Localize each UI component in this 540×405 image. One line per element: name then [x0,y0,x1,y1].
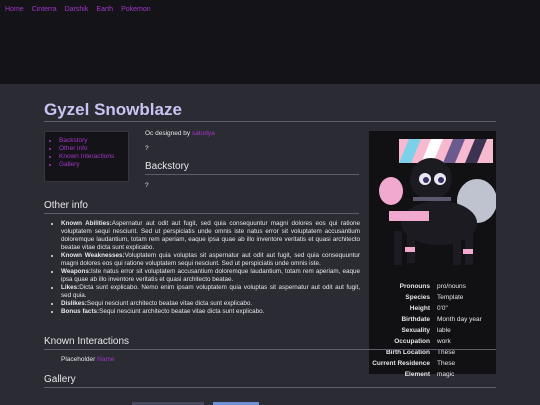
info-value: These [437,360,456,367]
other-info-heading: Other info [44,200,88,211]
info-value: magic [437,371,455,378]
gallery-divider [44,387,496,388]
list-item-label: Weapons: [61,268,91,275]
backstory-text: ? [145,182,149,189]
list-item-label: Dislikes: [61,300,87,307]
list-item-label: Bonus facts: [61,308,100,315]
info-value: work [437,338,451,345]
top-navigation-bar: Home Cinterra Darshik Earth Pokemon [0,0,540,84]
known-interactions-heading: Known Interactions [44,336,130,347]
title-divider [44,121,496,122]
page-content: Gyzel Snowblaze Backstory Other info Kno… [0,84,540,405]
list-item-text: Iste natus error sit voluptatem accusant… [61,268,360,283]
list-item: Dislikes:Sequi nesciunt architecto beata… [61,300,360,308]
info-value: Template [437,294,464,301]
list-item: Likes:Dicta sunt explicabo. Nemo enim ip… [61,284,360,300]
info-key: Sexuality [401,327,430,334]
designer-credit: Oc designed by satudya [145,130,215,137]
backstory-heading: Backstory [145,161,189,172]
other-info-list: Known Abilities:Aspernatur aut odit aut … [44,220,360,316]
info-key: Birthdate [401,316,430,323]
toc-link-backstory[interactable]: Backstory [59,137,128,145]
info-row: Element magic [369,369,496,380]
info-key: Height [409,305,430,312]
table-of-contents: Backstory Other info Known Interactions … [44,131,129,182]
info-row: Pronouns pro/nouns [369,281,496,292]
gallery-heading: Gallery [44,374,76,385]
backstory-divider [145,174,359,175]
info-row: Species Template [369,292,496,303]
info-row: Sexuality lable [369,325,496,336]
info-row: Birthdate Month day year [369,314,496,325]
info-key: Element [404,371,430,378]
toc-link-known-interactions[interactable]: Known Interactions [59,153,128,161]
credit-prefix: Oc designed by [145,130,191,137]
nav-link-home[interactable]: Home [5,6,24,13]
list-item: Bonus facts:Sequi nesciunt architecto be… [61,308,360,316]
info-row: Current Residence These [369,358,496,369]
list-item-text: Sequi nesciunt architecto beatae vitae d… [86,300,253,307]
intro-text: ? [145,145,149,152]
toc-link-other-info[interactable]: Other info [59,145,128,153]
info-value: pro/nouns [437,283,466,290]
list-item-text: Sequi nesciunt architecto beatae vitae d… [99,308,265,315]
nav-link-earth[interactable]: Earth [96,6,113,13]
designer-link[interactable]: satudya [192,130,215,137]
nav-link-pokemon[interactable]: Pokemon [121,6,151,13]
toc-link-gallery[interactable]: Gallery [59,161,128,169]
placeholder-text: Placeholder [61,356,96,363]
page-title: Gyzel Snowblaze [44,100,182,119]
known-interaction-entry: Placeholder Name [61,356,114,363]
info-value: lable [437,327,451,334]
info-value: Month day year [437,316,482,323]
list-item-label: Likes: [61,284,80,291]
nav-link-cinterra[interactable]: Cinterra [32,6,57,13]
info-value: 0'0" [437,305,448,312]
list-item-text: Dicta sunt explicabo. Nemo enim ipsam vo… [61,284,360,299]
info-row: Occupation work [369,336,496,347]
list-item-label: Known Abilities: [61,220,112,227]
nav-link-darshik[interactable]: Darshik [65,6,89,13]
other-info-divider [44,213,359,214]
nav-links: Home Cinterra Darshik Earth Pokemon [5,6,151,13]
info-row: Height 0'0" [369,303,496,314]
list-item: Known Abilities:Aspernatur aut odit aut … [61,220,360,252]
list-item-label: Known Weaknesses: [61,252,125,259]
info-key: Occupation [394,338,430,345]
info-key: Current Residence [372,360,430,367]
list-item: Known Weaknesses:Voluptatem quia volupta… [61,252,360,268]
known-interactions-divider [44,349,496,350]
flag-banner [399,139,493,163]
interaction-name-link[interactable]: Name [97,356,114,363]
info-table: Pronouns pro/nouns Species Template Height… [369,281,496,380]
character-infobox: Pronouns pro/nouns Species Template Height… [369,131,496,378]
list-item: Weapons:Iste natus error sit voluptatem … [61,268,360,284]
info-key: Pronouns [399,283,430,290]
info-key: Species [405,294,430,301]
character-portrait [369,131,496,279]
